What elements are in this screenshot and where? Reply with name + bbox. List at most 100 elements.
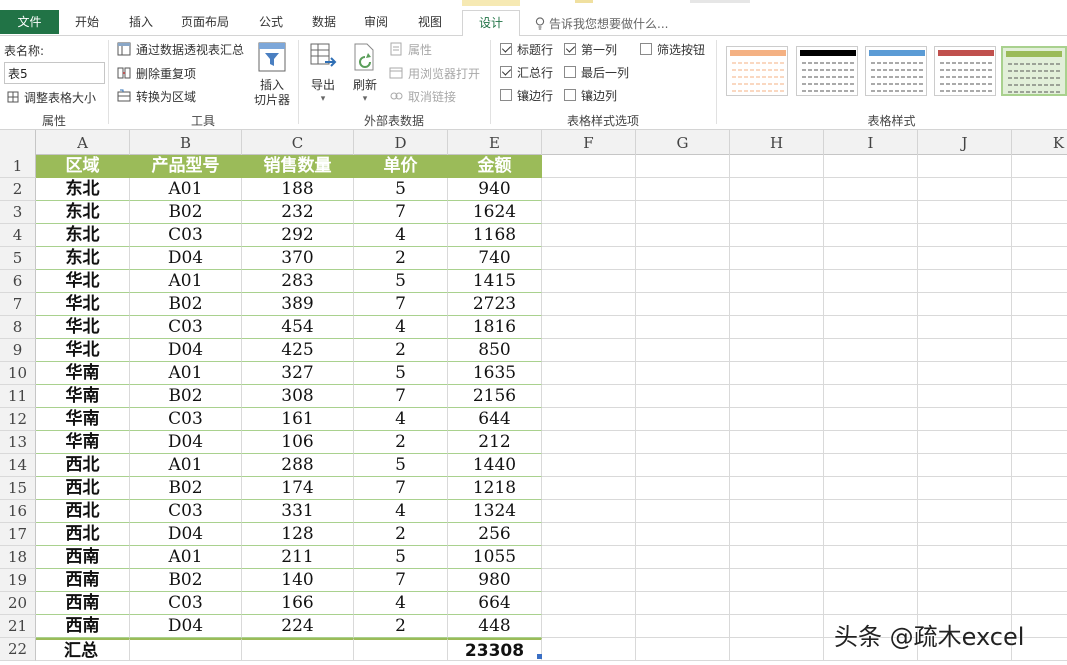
table-cell[interactable]: 174 [242, 477, 354, 500]
row-header-4[interactable]: 4 [0, 224, 36, 247]
table-cell[interactable]: 644 [448, 408, 542, 431]
empty-cell[interactable] [918, 500, 1012, 523]
empty-cell[interactable] [824, 500, 918, 523]
table-cell[interactable]: 448 [448, 615, 542, 638]
tab-review[interactable]: 审阅 [353, 10, 399, 36]
table-cell[interactable]: 283 [242, 270, 354, 293]
table-cell[interactable]: A01 [130, 362, 242, 385]
empty-cell[interactable] [918, 592, 1012, 615]
table-cell[interactable]: 5 [354, 546, 448, 569]
empty-cell[interactable] [1012, 569, 1067, 592]
row-header-18[interactable]: 18 [0, 546, 36, 569]
empty-cell[interactable] [636, 500, 730, 523]
table-cell[interactable]: 4 [354, 408, 448, 431]
table-cell[interactable]: C03 [130, 224, 242, 247]
table-cell[interactable]: 西北 [36, 454, 130, 477]
empty-cell[interactable] [824, 592, 918, 615]
table-cell[interactable]: 1168 [448, 224, 542, 247]
table-header-cell[interactable]: 单价 [354, 155, 448, 178]
empty-cell[interactable] [636, 155, 730, 178]
row-header-20[interactable]: 20 [0, 592, 36, 615]
header-row-checkbox[interactable] [500, 43, 512, 55]
empty-cell[interactable] [918, 408, 1012, 431]
table-cell[interactable]: 华北 [36, 339, 130, 362]
column-header-h[interactable]: H [730, 130, 824, 155]
empty-cell[interactable] [542, 293, 636, 316]
empty-cell[interactable] [824, 293, 918, 316]
table-cell[interactable]: 5 [354, 270, 448, 293]
table-cell[interactable]: 西北 [36, 477, 130, 500]
empty-cell[interactable] [730, 454, 824, 477]
empty-cell[interactable] [636, 615, 730, 638]
empty-cell[interactable] [918, 362, 1012, 385]
table-cell[interactable]: 5 [354, 454, 448, 477]
table-cell[interactable]: 西北 [36, 523, 130, 546]
table-cell[interactable]: 1415 [448, 270, 542, 293]
empty-cell[interactable] [918, 201, 1012, 224]
row-header-9[interactable]: 9 [0, 339, 36, 362]
empty-cell[interactable] [542, 224, 636, 247]
table-cell[interactable]: 224 [242, 615, 354, 638]
table-cell[interactable]: 华北 [36, 270, 130, 293]
table-cell[interactable]: 7 [354, 293, 448, 316]
table-cell[interactable]: 2 [354, 247, 448, 270]
empty-cell[interactable] [542, 155, 636, 178]
empty-cell[interactable] [918, 477, 1012, 500]
empty-cell[interactable] [542, 500, 636, 523]
table-cell[interactable]: 1440 [448, 454, 542, 477]
empty-cell[interactable] [824, 247, 918, 270]
empty-cell[interactable] [824, 339, 918, 362]
table-cell[interactable]: 西南 [36, 592, 130, 615]
table-cell[interactable]: 212 [448, 431, 542, 454]
empty-cell[interactable] [636, 454, 730, 477]
empty-cell[interactable] [1012, 339, 1067, 362]
table-cell[interactable]: 232 [242, 201, 354, 224]
insert-slicer-button[interactable]: 插入 切片器 [252, 42, 292, 108]
table-cell[interactable]: 东北 [36, 201, 130, 224]
empty-cell[interactable] [636, 293, 730, 316]
banded-columns-checkbox[interactable] [564, 89, 576, 101]
empty-cell[interactable] [542, 270, 636, 293]
empty-cell[interactable] [730, 339, 824, 362]
empty-cell[interactable] [636, 224, 730, 247]
first-column-checkbox[interactable] [564, 43, 576, 55]
table-cell[interactable]: B02 [130, 569, 242, 592]
tab-view[interactable]: 视图 [407, 10, 453, 36]
empty-cell[interactable] [1012, 224, 1067, 247]
table-cell[interactable]: 327 [242, 362, 354, 385]
empty-cell[interactable] [1012, 155, 1067, 178]
table-cell[interactable]: 370 [242, 247, 354, 270]
empty-cell[interactable] [730, 592, 824, 615]
table-cell[interactable]: 106 [242, 431, 354, 454]
total-row-cell[interactable]: 23308 [448, 638, 542, 661]
table-header-cell[interactable]: 金额 [448, 155, 542, 178]
empty-cell[interactable] [730, 638, 824, 661]
table-cell[interactable]: D04 [130, 247, 242, 270]
empty-cell[interactable] [730, 546, 824, 569]
empty-cell[interactable] [1012, 523, 1067, 546]
table-cell[interactable]: A01 [130, 546, 242, 569]
empty-cell[interactable] [636, 408, 730, 431]
empty-cell[interactable] [542, 247, 636, 270]
empty-cell[interactable] [918, 339, 1012, 362]
table-cell[interactable]: 东北 [36, 178, 130, 201]
table-style-swatch-style-green-selected[interactable] [1001, 46, 1067, 96]
empty-cell[interactable] [1012, 454, 1067, 477]
worksheet-grid[interactable]: ABCDEFGHIJK 1 2 3 4 5 6 7 8 9 10 11 12 13 14 15 16 17 18 1… [0, 130, 1067, 665]
empty-cell[interactable] [542, 178, 636, 201]
empty-cell[interactable] [730, 293, 824, 316]
empty-cell[interactable] [636, 339, 730, 362]
table-cell[interactable]: A01 [130, 454, 242, 477]
empty-cell[interactable] [730, 431, 824, 454]
total-row-checkbox[interactable] [500, 66, 512, 78]
table-header-cell[interactable]: 区域 [36, 155, 130, 178]
table-cell[interactable]: 7 [354, 477, 448, 500]
empty-cell[interactable] [824, 178, 918, 201]
empty-cell[interactable] [730, 408, 824, 431]
empty-cell[interactable] [1012, 316, 1067, 339]
table-cell[interactable]: 东北 [36, 224, 130, 247]
filter-button-checkbox[interactable] [640, 43, 652, 55]
empty-cell[interactable] [542, 454, 636, 477]
empty-cell[interactable] [1012, 477, 1067, 500]
empty-cell[interactable] [824, 523, 918, 546]
